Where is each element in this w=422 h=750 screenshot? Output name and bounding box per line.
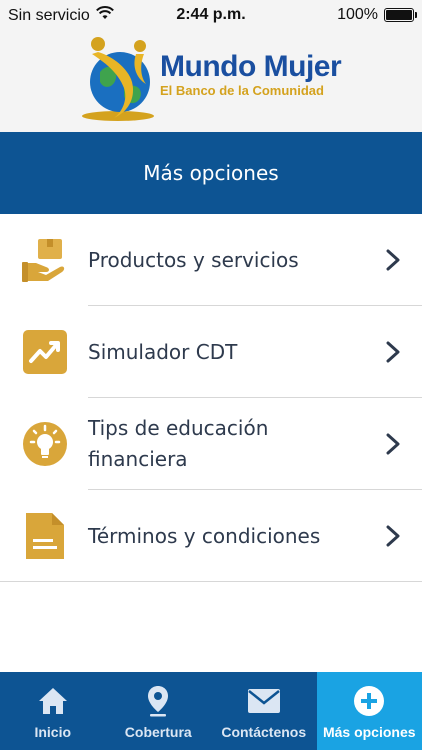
document-icon xyxy=(22,513,68,559)
tab-label: Más opciones xyxy=(322,724,416,740)
menu-list: Productos y servicios Simulador CDT Tips… xyxy=(0,214,422,582)
plus-circle-icon xyxy=(352,684,386,718)
menu-item-label: Tips de educación financiera xyxy=(88,416,269,471)
page-title: Más opciones xyxy=(0,132,422,214)
tab-label: Contáctenos xyxy=(221,724,307,740)
menu-item-productos[interactable]: Productos y servicios xyxy=(0,214,422,306)
location-pin-icon xyxy=(141,684,175,718)
chevron-right-icon xyxy=(386,341,400,363)
chevron-right-icon xyxy=(386,249,400,271)
status-bar: Sin servicio 2:44 p.m. 100% xyxy=(0,0,422,30)
tab-contactenos[interactable]: Contáctenos xyxy=(211,672,317,750)
chevron-right-icon xyxy=(386,525,400,547)
menu-item-simulador[interactable]: Simulador CDT xyxy=(0,306,422,398)
logo-title: Mundo Mujer xyxy=(160,50,342,83)
menu-item-label: Términos y condiciones xyxy=(88,523,321,548)
status-right: 100% xyxy=(337,6,417,24)
logo-header: Mundo Mujer El Banco de la Comunidad xyxy=(0,30,422,132)
chevron-right-icon xyxy=(386,433,400,455)
mail-icon xyxy=(247,684,281,718)
trending-up-icon xyxy=(22,329,68,375)
menu-item-label: Productos y servicios xyxy=(88,247,299,272)
battery-percent: 100% xyxy=(337,6,378,23)
menu-item-label: Simulador CDT xyxy=(88,339,238,364)
logo-globe-icon xyxy=(82,37,154,121)
hand-box-icon xyxy=(22,237,68,283)
tab-inicio[interactable]: Inicio xyxy=(0,672,106,750)
divider xyxy=(0,581,422,582)
tab-bar: Inicio Cobertura Contáctenos Más opcione… xyxy=(0,672,422,750)
menu-item-terminos[interactable]: Términos y condiciones xyxy=(0,490,422,582)
battery-icon xyxy=(384,8,417,22)
tab-label: Cobertura xyxy=(124,724,192,740)
menu-item-tips[interactable]: Tips de educación financiera xyxy=(0,398,422,490)
logo-subtitle: El Banco de la Comunidad xyxy=(160,83,324,98)
tab-label: Inicio xyxy=(34,724,72,740)
home-icon xyxy=(36,684,70,718)
brand-logo: Mundo Mujer El Banco de la Comunidad xyxy=(78,32,368,128)
tab-cobertura[interactable]: Cobertura xyxy=(106,672,212,750)
tab-mas-opciones[interactable]: Más opciones xyxy=(316,672,422,750)
lightbulb-icon xyxy=(22,421,68,467)
